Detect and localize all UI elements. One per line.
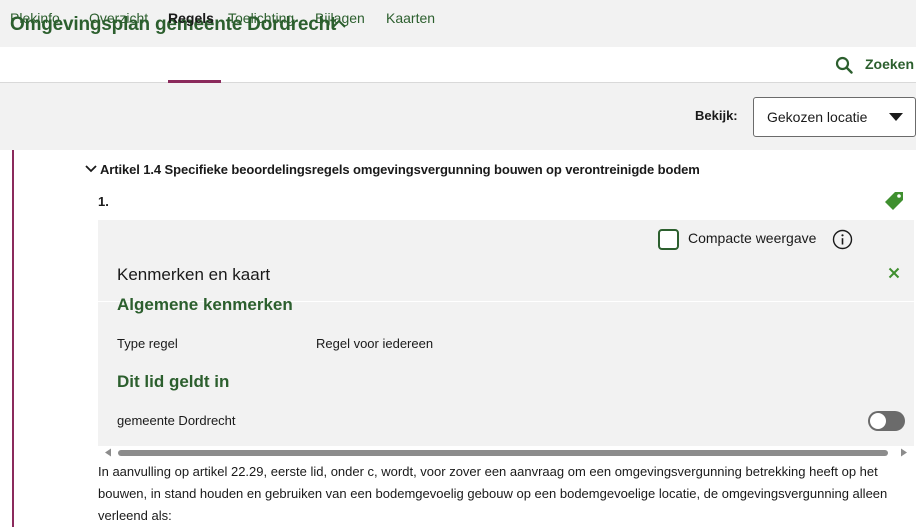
tab-kaarten[interactable]: Kaarten xyxy=(386,10,435,26)
search-button[interactable]: Zoeken xyxy=(865,56,914,72)
compact-view-label[interactable]: Compacte weergave xyxy=(688,230,816,246)
tab-overzicht[interactable]: Overzicht xyxy=(89,10,148,26)
kenmerk-value: Regel voor iedereen xyxy=(316,336,434,351)
close-icon[interactable] xyxy=(888,267,900,279)
scrollbar-thumb[interactable] xyxy=(118,450,888,456)
toggle-knob[interactable] xyxy=(870,413,886,429)
tab-regels[interactable]: Regels xyxy=(168,10,214,26)
panel-title: Kenmerken en kaart xyxy=(117,265,271,284)
rule-body-text: In aanvulling op artikel 22.29, eerste l… xyxy=(98,464,888,523)
section-heading-applies-in: Dit lid geldt in xyxy=(117,372,230,391)
scroll-right-arrow-icon[interactable] xyxy=(900,448,908,457)
view-label: Bekijk: xyxy=(695,108,738,123)
search-icon[interactable] xyxy=(835,56,853,74)
content-left-rule xyxy=(12,150,14,527)
section-heading-general: Algemene kenmerken xyxy=(117,295,293,314)
tag-icon[interactable] xyxy=(882,189,906,213)
tab-bijlagen[interactable]: Bijlagen xyxy=(315,10,365,26)
location-label: gemeente Dordrecht xyxy=(117,413,236,428)
tab-toelichting[interactable]: Toelichting xyxy=(228,10,294,26)
scroll-left-arrow-icon[interactable] xyxy=(104,448,112,457)
tab-bar xyxy=(0,47,916,83)
lid-number: 1. xyxy=(98,194,109,209)
kenmerk-key: Type regel xyxy=(117,336,178,351)
tab-plekinfo[interactable]: Plekinfo xyxy=(10,10,60,26)
caret-down-icon[interactable] xyxy=(888,112,904,122)
compact-view-checkbox[interactable] xyxy=(658,229,679,250)
view-select-value[interactable]: Gekozen locatie xyxy=(767,109,867,125)
article-title[interactable]: Artikel 1.4 Specifieke beoordelingsregel… xyxy=(100,162,700,177)
info-icon[interactable] xyxy=(832,229,853,250)
chevron-down-icon[interactable] xyxy=(84,164,98,174)
